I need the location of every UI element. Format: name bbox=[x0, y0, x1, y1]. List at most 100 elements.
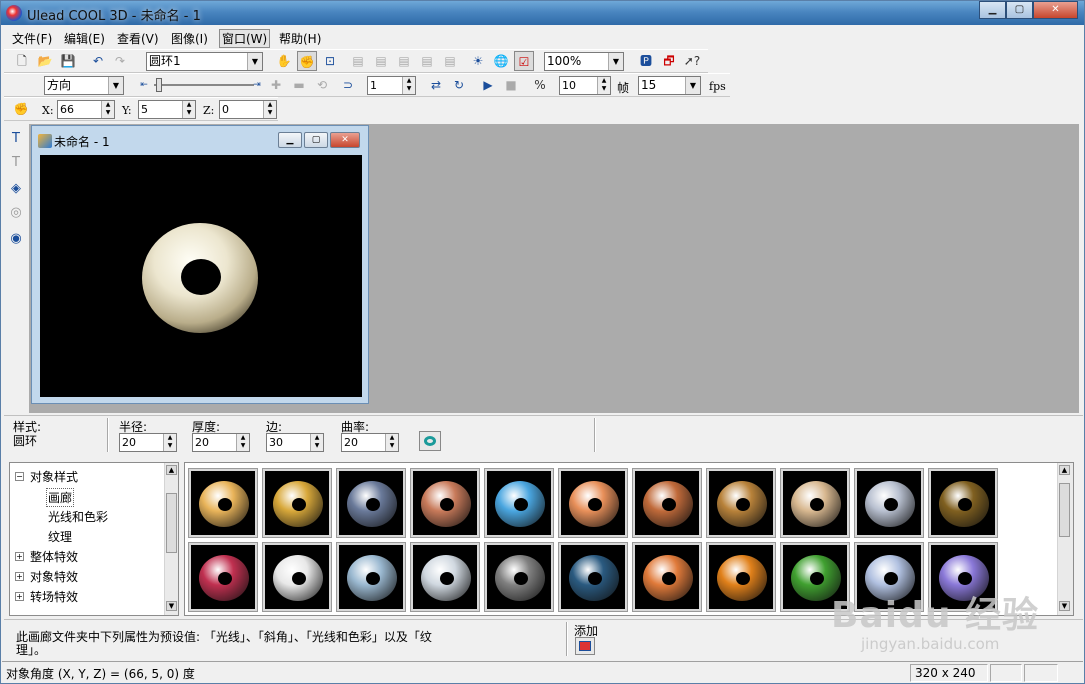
align-5-icon[interactable]: ▤ bbox=[440, 51, 460, 71]
zoom-select[interactable]: 100% ▼ bbox=[544, 52, 624, 71]
repeat-icon[interactable]: ↻ bbox=[449, 75, 469, 95]
gallery-thumbnail[interactable] bbox=[484, 468, 554, 538]
thickness-input[interactable]: 20 ▲ ▼ bbox=[192, 433, 250, 452]
new-icon[interactable]: 🗋 bbox=[12, 51, 32, 71]
spinner-icon[interactable]: ▲ ▼ bbox=[182, 101, 195, 118]
menu-help[interactable]: 帮助(H) bbox=[277, 30, 323, 47]
gallery-thumbnail[interactable] bbox=[336, 468, 406, 538]
timeline-slider[interactable] bbox=[154, 78, 254, 92]
torus-tool-icon[interactable]: ◉ bbox=[6, 229, 26, 249]
spinner-icon[interactable]: ▲ ▼ bbox=[101, 101, 114, 118]
align-4-icon[interactable]: ▤ bbox=[417, 51, 437, 71]
remove-frame-icon[interactable]: ▬ bbox=[289, 75, 309, 95]
first-frame-icon[interactable]: ⇤ bbox=[134, 75, 154, 95]
z-input[interactable]: 0 ▲ ▼ bbox=[219, 100, 277, 119]
smooth-icon[interactable]: % bbox=[530, 75, 550, 95]
gallery-thumbnail[interactable] bbox=[780, 468, 850, 538]
gallery-thumbnail[interactable] bbox=[854, 468, 924, 538]
scroll-down-icon[interactable]: ▼ bbox=[1059, 601, 1070, 611]
menu-window[interactable]: 窗口(W) bbox=[219, 29, 271, 48]
globe-icon[interactable]: 🌐 bbox=[491, 51, 511, 71]
gallery-thumbnail[interactable] bbox=[188, 468, 258, 538]
help-pointer-icon[interactable]: ➚? bbox=[682, 51, 702, 71]
redo-icon[interactable]: ↷ bbox=[110, 51, 130, 71]
rotate-object-icon[interactable]: ✊ bbox=[11, 99, 31, 119]
menu-file[interactable]: 文件(F) bbox=[10, 30, 54, 47]
insert-geometry-icon[interactable]: ◈ bbox=[6, 179, 26, 199]
speed-input[interactable]: 10 ▲ ▼ bbox=[559, 76, 611, 95]
gallery-thumbnail[interactable] bbox=[928, 468, 998, 538]
minimize-button[interactable]: ▁ bbox=[979, 1, 1006, 19]
preview-icon[interactable]: ☑ bbox=[514, 51, 534, 71]
render-canvas[interactable] bbox=[40, 155, 362, 397]
frame-number-input[interactable]: 1 ▲ ▼ bbox=[367, 76, 416, 95]
gallery-thumbnail[interactable] bbox=[336, 542, 406, 612]
align-3-icon[interactable]: ▤ bbox=[394, 51, 414, 71]
gallery-thumbnail[interactable] bbox=[484, 542, 554, 612]
scroll-thumb[interactable] bbox=[1059, 483, 1070, 537]
gallery-thumbnail[interactable] bbox=[632, 468, 702, 538]
spinner-icon[interactable]: ▲ ▼ bbox=[163, 434, 176, 451]
spinner-icon[interactable]: ▲ ▼ bbox=[402, 77, 415, 94]
doc-minimize-button[interactable]: ▁ bbox=[278, 132, 302, 148]
light-icon[interactable]: ☀ bbox=[468, 51, 488, 71]
spinner-icon[interactable]: ▲ ▼ bbox=[236, 434, 249, 451]
scroll-thumb[interactable] bbox=[166, 493, 177, 553]
gallery-thumbnail[interactable] bbox=[706, 542, 776, 612]
align-1-icon[interactable]: ▤ bbox=[348, 51, 368, 71]
expand-icon[interactable]: + bbox=[15, 552, 24, 561]
doc-close-button[interactable]: ✕ bbox=[330, 132, 360, 148]
tree-scrollbar[interactable]: ▲ ▼ bbox=[164, 463, 178, 615]
tree-item-texture[interactable]: 纹理 bbox=[48, 528, 72, 545]
open-icon[interactable]: 📂 bbox=[35, 51, 55, 71]
undo-icon[interactable]: ↶ bbox=[88, 51, 108, 71]
x-input[interactable]: 66 ▲ ▼ bbox=[57, 100, 115, 119]
gallery-scrollbar[interactable]: ▲ ▼ bbox=[1057, 463, 1073, 615]
object-select[interactable]: 圆环1 ▼ bbox=[146, 52, 263, 71]
spinner-icon[interactable]: ▲ ▼ bbox=[263, 101, 276, 118]
tree-item-gallery[interactable]: 画廊 bbox=[46, 488, 75, 507]
add-frame-icon[interactable]: ✚ bbox=[266, 75, 286, 95]
expand-icon[interactable]: + bbox=[15, 572, 24, 581]
scroll-up-icon[interactable]: ▲ bbox=[166, 465, 177, 475]
scroll-up-icon[interactable]: ▲ bbox=[1059, 465, 1070, 475]
align-2-icon[interactable]: ▤ bbox=[371, 51, 391, 71]
gallery-thumbnail[interactable] bbox=[410, 468, 480, 538]
insert-text-icon[interactable]: T bbox=[6, 129, 26, 149]
last-frame-icon[interactable]: ⇥ bbox=[247, 75, 267, 95]
collapse-icon[interactable]: − bbox=[15, 472, 24, 481]
tree-item-object-style[interactable]: 对象样式 bbox=[30, 468, 78, 485]
y-input[interactable]: 5 ▲ ▼ bbox=[138, 100, 196, 119]
gallery-thumbnail[interactable] bbox=[558, 468, 628, 538]
fps-select[interactable]: 15 ▼ bbox=[638, 76, 701, 95]
doc-maximize-button[interactable]: ▢ bbox=[304, 132, 328, 148]
gallery-thumbnail[interactable] bbox=[410, 542, 480, 612]
gallery-thumbnail[interactable] bbox=[706, 468, 776, 538]
stop-icon[interactable]: ■ bbox=[501, 75, 521, 95]
pingpong-icon[interactable]: ⇄ bbox=[426, 75, 446, 95]
rotate-hand-icon[interactable]: ✊ bbox=[297, 51, 317, 71]
object-manager-icon[interactable]: ◎ bbox=[6, 203, 26, 223]
spinner-icon[interactable]: ▲ ▼ bbox=[310, 434, 323, 451]
add-to-gallery-button[interactable] bbox=[575, 637, 595, 655]
gallery-thumbnail[interactable] bbox=[632, 542, 702, 612]
resize-icon[interactable]: ⊡ bbox=[320, 51, 340, 71]
edit-text-icon[interactable]: T bbox=[6, 153, 26, 173]
tree-item-global-fx[interactable]: 整体特效 bbox=[30, 548, 78, 565]
maximize-button[interactable]: ▢ bbox=[1006, 1, 1033, 19]
tree-item-object-fx[interactable]: 对象特效 bbox=[30, 568, 78, 585]
curvature-input[interactable]: 20 ▲ ▼ bbox=[341, 433, 399, 452]
render-icon[interactable]: 🗗 bbox=[659, 51, 679, 71]
gallery-thumbnail[interactable] bbox=[262, 468, 332, 538]
loop-icon[interactable]: ⊃ bbox=[338, 75, 358, 95]
close-button[interactable]: ✕ bbox=[1033, 1, 1078, 19]
radius-input[interactable]: 20 ▲ ▼ bbox=[119, 433, 177, 452]
tree-item-transition-fx[interactable]: 转场特效 bbox=[30, 588, 78, 605]
menu-image[interactable]: 图像(I) bbox=[169, 30, 210, 47]
direction-select[interactable]: 方向 ▼ bbox=[44, 76, 124, 95]
scroll-down-icon[interactable]: ▼ bbox=[166, 601, 177, 611]
reverse-icon[interactable]: ⟲ bbox=[312, 75, 332, 95]
spinner-icon[interactable]: ▲ ▼ bbox=[385, 434, 398, 451]
save-icon[interactable]: 💾 bbox=[58, 51, 78, 71]
hand-move-icon[interactable]: ✋ bbox=[274, 51, 294, 71]
